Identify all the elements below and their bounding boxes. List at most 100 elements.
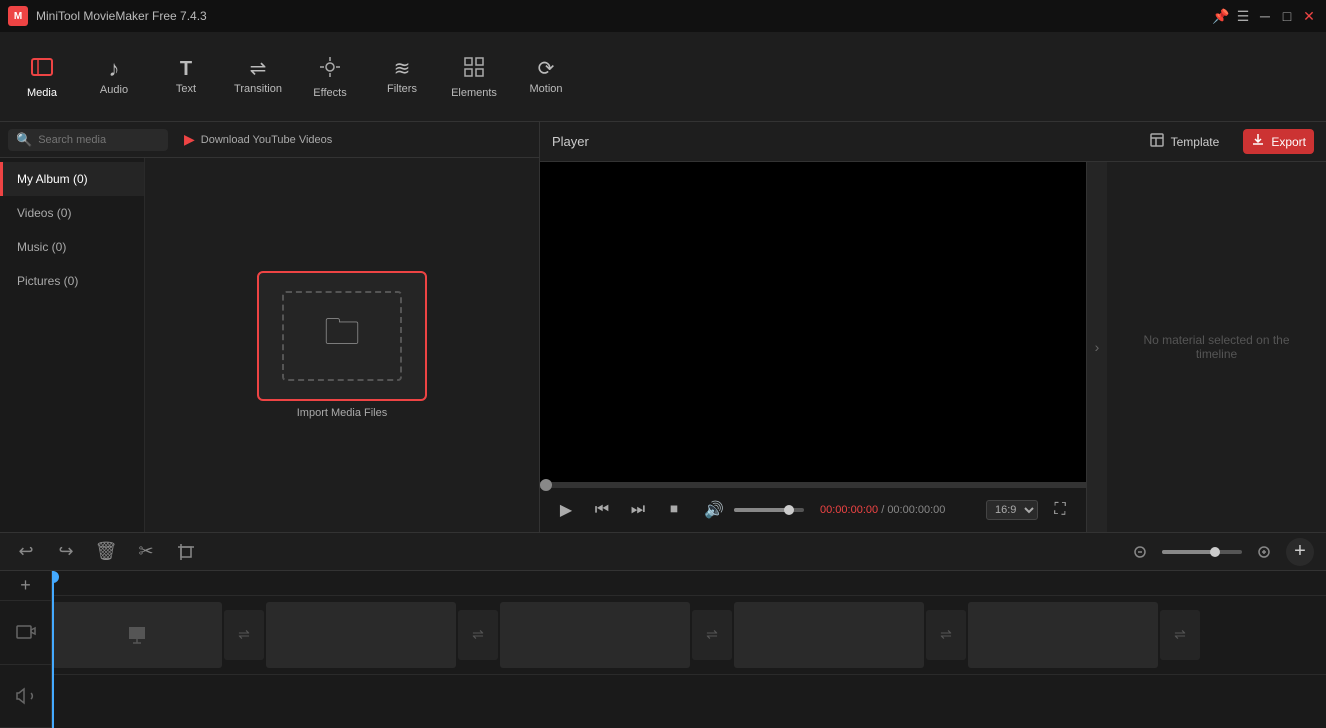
play-button[interactable]: ▶ [552, 496, 580, 524]
aspect-ratio-select[interactable]: 16:9 9:16 1:1 4:3 [986, 500, 1038, 520]
volume-dot [784, 505, 794, 515]
time-current: 00:00:00:00 [820, 504, 878, 516]
progress-dot [540, 479, 552, 491]
yt-icon: ▶ [184, 131, 195, 148]
toolbar: Media ♪ Audio T Text ⇌ Transition Effect… [0, 32, 1326, 122]
delete-button[interactable]: 🗑 [92, 538, 120, 566]
left-panel: 🔍 ▶ Download YouTube Videos My Album (0)… [0, 122, 540, 532]
body-area: 🔍 ▶ Download YouTube Videos My Album (0)… [0, 122, 1326, 532]
next-button[interactable]: ⏭ [624, 496, 652, 524]
zoom-out-icon[interactable] [1126, 538, 1154, 566]
title-bar-controls: 📌 ☰ ─ □ ✕ [1212, 7, 1318, 25]
right-panel: Player Template Export [540, 122, 1326, 532]
transition-slot-3[interactable]: ⇌ [692, 610, 732, 660]
zoom-in-icon[interactable] [1250, 538, 1278, 566]
toolbar-item-text[interactable]: T Text [152, 38, 220, 116]
video-track: ⇌ ⇌ ⇌ ⇌ ⇌ [52, 596, 1326, 675]
import-media-label: Import Media Files [297, 407, 387, 419]
prev-button[interactable]: ⏮ [588, 496, 616, 524]
toolbar-text-label: Text [176, 83, 196, 95]
progress-bar[interactable] [540, 482, 1086, 488]
video-screen [540, 162, 1086, 482]
video-player-area: ▶ ⏮ ⏭ ⏹ 🔊 00:00:00:00 [540, 162, 1086, 532]
pin-button[interactable]: 📌 [1212, 7, 1230, 25]
import-media-box[interactable]: 🗀 [257, 271, 427, 401]
video-slot-main[interactable] [52, 602, 222, 668]
close-button[interactable]: ✕ [1300, 7, 1318, 25]
folder-icon: 🗀 [324, 306, 360, 367]
effects-icon [318, 55, 342, 83]
text-icon: T [180, 59, 192, 79]
stop-button[interactable]: ⏹ [660, 496, 688, 524]
video-slot-2[interactable] [266, 602, 456, 668]
volume-slider[interactable] [734, 508, 804, 512]
import-box-inner: 🗀 [282, 291, 402, 381]
video-slot-5[interactable] [968, 602, 1158, 668]
sidebar-item-myalbum[interactable]: My Album (0) [0, 162, 144, 196]
transition-slot-4[interactable]: ⇌ [926, 610, 966, 660]
no-material-text: No material selected on the timeline [1127, 333, 1306, 361]
template-label: Template [1171, 135, 1220, 149]
elements-icon [462, 55, 486, 83]
timeline-toolbar: ↩ ↪ 🗑 ✂ + [0, 533, 1326, 571]
maximize-button[interactable]: □ [1278, 7, 1296, 25]
sidebar-item-music[interactable]: Music (0) [0, 230, 144, 264]
export-button[interactable]: Export [1243, 129, 1314, 154]
yt-download-button[interactable]: ▶ Download YouTube Videos [176, 128, 340, 151]
transition-slot-5[interactable]: ⇌ [1160, 610, 1200, 660]
volume-icon[interactable]: 🔊 [700, 496, 728, 524]
toolbar-item-elements[interactable]: Elements [440, 38, 508, 116]
toolbar-effects-label: Effects [313, 87, 346, 99]
cut-button[interactable]: ✂ [132, 538, 160, 566]
export-icon [1251, 133, 1265, 150]
toolbar-item-transition[interactable]: ⇌ Transition [224, 38, 292, 116]
transition-slot-2[interactable]: ⇌ [458, 610, 498, 660]
sidebar: My Album (0) Videos (0) Music (0) Pictur… [0, 158, 145, 532]
sidebar-item-pictures[interactable]: Pictures (0) [0, 264, 144, 298]
toolbar-item-filters[interactable]: ≋ Filters [368, 38, 436, 116]
add-media-track-btn[interactable]: + [0, 571, 51, 601]
media-searchbar: 🔍 ▶ Download YouTube Videos [0, 122, 539, 158]
toolbar-item-effects[interactable]: Effects [296, 38, 364, 116]
search-input-wrap: 🔍 [8, 129, 168, 151]
player-header: Player Template Export [540, 122, 1326, 162]
player-header-actions: Template Export [1141, 128, 1314, 155]
zoom-slider[interactable] [1162, 550, 1242, 554]
video-slot-3[interactable] [500, 602, 690, 668]
export-label: Export [1271, 135, 1306, 149]
app-title: MiniTool MovieMaker Free 7.4.3 [36, 9, 207, 23]
minimize-button[interactable]: ─ [1256, 7, 1274, 25]
menu-button[interactable]: ☰ [1234, 7, 1252, 25]
properties-panel: › No material selected on the timeline [1086, 162, 1326, 532]
redo-button[interactable]: ↪ [52, 538, 80, 566]
fullscreen-button[interactable]: ⛶ [1046, 496, 1074, 524]
volume-fill [734, 508, 787, 512]
toolbar-item-motion[interactable]: ⟳ Motion [512, 38, 580, 116]
audio-icon: ♪ [109, 58, 120, 80]
toolbar-filters-label: Filters [387, 83, 417, 95]
media-content: 🗀 Import Media Files [145, 158, 539, 532]
timeline-right-controls: + [1126, 538, 1314, 566]
timeline-area: ↩ ↪ 🗑 ✂ + [0, 532, 1326, 728]
properties-toggle-button[interactable]: › [1087, 162, 1107, 532]
toolbar-item-media[interactable]: Media [8, 38, 76, 116]
toolbar-item-audio[interactable]: ♪ Audio [80, 38, 148, 116]
transition-icon: ⇌ [250, 59, 267, 79]
track-label-video[interactable] [0, 601, 51, 664]
track-label-audio[interactable] [0, 665, 51, 728]
video-slot-4[interactable] [734, 602, 924, 668]
crop-button[interactable] [172, 538, 200, 566]
sidebar-item-videos[interactable]: Videos (0) [0, 196, 144, 230]
time-display: 00:00:00:00 / 00:00:00:00 [820, 504, 945, 516]
audio-track [52, 675, 1326, 728]
search-input[interactable] [38, 134, 160, 146]
transition-slot-1[interactable]: ⇌ [224, 610, 264, 660]
toolbar-media-label: Media [27, 87, 57, 99]
add-track-btn[interactable]: + [1286, 538, 1314, 566]
yt-download-label: Download YouTube Videos [201, 134, 333, 146]
title-bar: M MiniTool MovieMaker Free 7.4.3 📌 ☰ ─ □… [0, 0, 1326, 32]
template-button[interactable]: Template [1141, 128, 1228, 155]
player-controls: ▶ ⏮ ⏭ ⏹ 🔊 00:00:00:00 [540, 488, 1086, 532]
undo-button[interactable]: ↩ [12, 538, 40, 566]
volume-control: 🔊 [700, 496, 804, 524]
